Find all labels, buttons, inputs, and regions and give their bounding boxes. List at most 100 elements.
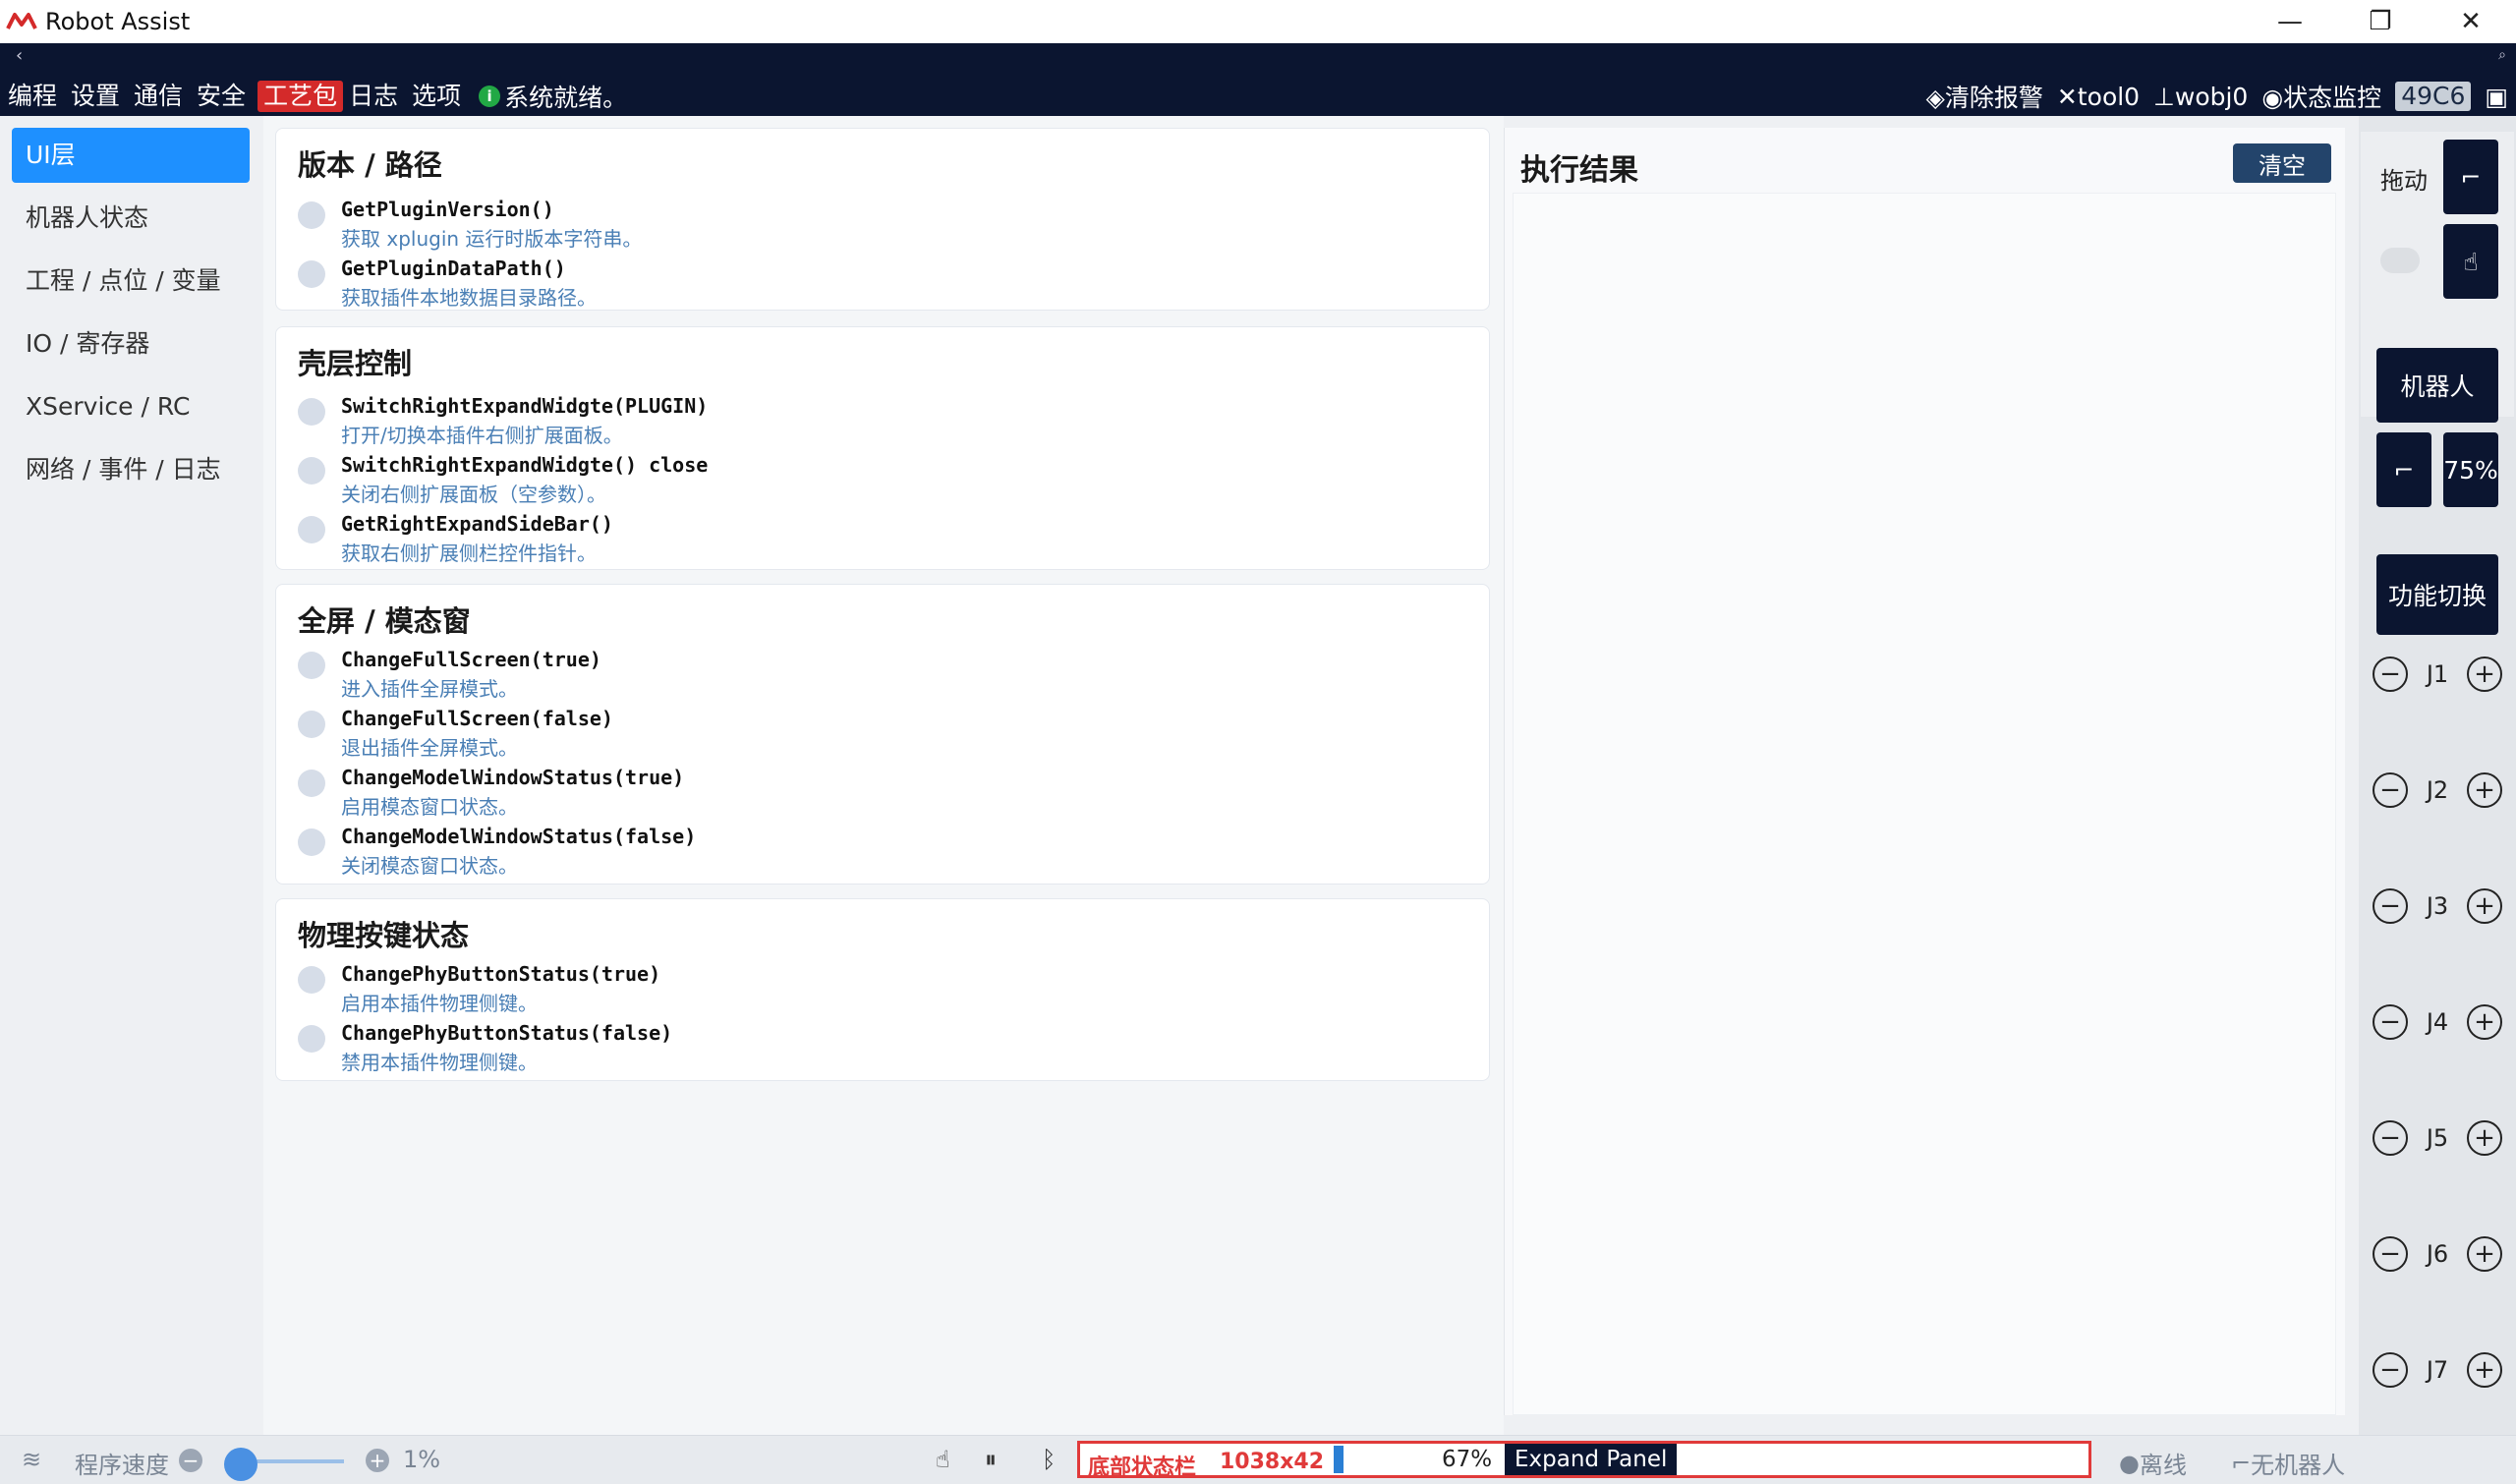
radio-button[interactable] <box>298 398 325 426</box>
pause-icon[interactable]: ⏸ <box>985 1446 997 1473</box>
title-bar: Robot Assist — ❐ ✕ <box>0 0 2516 43</box>
radio-button[interactable] <box>298 652 325 679</box>
tool-label: tool0 <box>2077 82 2141 111</box>
j7-minus-button[interactable]: − <box>2373 1352 2408 1388</box>
j4-plus-button[interactable]: + <box>2466 1004 2502 1040</box>
app-title: Robot Assist <box>45 8 191 35</box>
function-item[interactable]: ChangeModelWindowStatus(true) 启用模态窗口状态。 <box>298 762 1458 821</box>
radio-button[interactable] <box>298 828 325 856</box>
function-description: 关闭模态窗口状态。 <box>341 854 518 878</box>
function-description: 启用模态窗口状态。 <box>341 795 518 819</box>
function-description: 启用本插件物理侧键。 <box>341 992 538 1015</box>
j3-minus-button[interactable]: − <box>2373 888 2408 924</box>
function-item[interactable]: ChangeModelWindowStatus(false) 关闭模态窗口状态。 <box>298 821 1458 880</box>
nav-robot-status[interactable]: 机器人状态 <box>12 191 250 246</box>
wobj-icon: ⊥ <box>2153 82 2175 111</box>
offline-status: ● 离线 <box>2119 1446 2187 1480</box>
function-item[interactable]: GetRightExpandSideBar() 获取右侧扩展侧栏控件指针。 <box>298 508 1458 567</box>
radio-button[interactable] <box>298 516 325 543</box>
bottom-bar-label: 底部状态栏 <box>1088 1455 1197 1480</box>
radio-button[interactable] <box>298 711 325 738</box>
drag-toggle[interactable] <box>2380 248 2420 273</box>
function-item[interactable]: SwitchRightExpandWidgte() close 关闭右侧扩展面板… <box>298 449 1458 508</box>
tool-selector[interactable]: ✕tool0 <box>2057 83 2140 111</box>
function-item[interactable]: SwitchRightExpandWidgte(PLUGIN) 打开/切换本插件… <box>298 390 1458 449</box>
expand-panel-button[interactable]: Expand Panel <box>1505 1444 1678 1475</box>
radio-button[interactable] <box>298 457 325 485</box>
system-status-text: 系统就绪。 <box>504 84 628 112</box>
function-description: 退出插件全屏模式。 <box>341 736 518 760</box>
j4-minus-button[interactable]: − <box>2373 1004 2408 1040</box>
nav-io-registers[interactable]: IO / 寄存器 <box>12 316 250 371</box>
plus-circle-icon: + <box>366 1449 389 1472</box>
joint-label: J4 <box>2426 1008 2449 1036</box>
bottom-status-bar-widget: 底部状态栏 1038x42 67% Expand Panel <box>1077 1441 2091 1480</box>
minimize-button[interactable]: — <box>2245 0 2335 43</box>
j5-plus-button[interactable]: + <box>2466 1120 2502 1156</box>
radio-button[interactable] <box>298 260 325 288</box>
j2-plus-button[interactable]: + <box>2466 772 2502 808</box>
menu-settings[interactable]: 设置 <box>69 81 128 112</box>
speed-percent-button[interactable]: 75% <box>2443 432 2498 507</box>
function-item[interactable]: ChangeFullScreen(false) 退出插件全屏模式。 <box>298 703 1458 762</box>
speed-slider-knob[interactable] <box>224 1448 257 1481</box>
restore-button[interactable]: ❐ <box>2335 0 2426 43</box>
function-description: 获取右侧扩展侧栏控件指针。 <box>341 542 597 565</box>
lock-icon[interactable]: ▣ <box>2485 83 2508 111</box>
speed-increase-button[interactable]: + <box>366 1449 389 1472</box>
hand-guide-button[interactable]: ☝ <box>2443 224 2498 299</box>
radio-button[interactable] <box>298 201 325 229</box>
nav-project-points-vars[interactable]: 工程 / 点位 / 变量 <box>12 254 250 309</box>
menu-programming[interactable]: 编程 <box>6 81 65 112</box>
radio-button[interactable] <box>298 770 325 797</box>
bluetooth-icon[interactable]: ᛒ <box>1042 1446 1056 1473</box>
function-item[interactable]: ChangePhyButtonStatus(false) 禁用本插件物理侧键。 <box>298 1017 1458 1076</box>
menu-communication[interactable]: 通信 <box>132 81 191 112</box>
results-panel: 执行结果 清空 <box>1504 128 2345 1415</box>
j5-minus-button[interactable]: − <box>2373 1120 2408 1156</box>
main-menu: 编程 设置 通信 安全 工艺包 日志 选项 i 系统就绪。 <box>6 79 627 114</box>
function-item[interactable]: ChangeFullScreen(true) 进入插件全屏模式。 <box>298 644 1458 703</box>
speed-percent: 75% <box>2443 455 2498 485</box>
function-item[interactable]: GetPluginVersion() 获取 xplugin 运行时版本字符串。 <box>298 194 1458 253</box>
function-item[interactable]: ChangePhyButtonStatus(true) 启用本插件物理侧键。 <box>298 958 1458 1017</box>
j6-minus-button[interactable]: − <box>2373 1236 2408 1272</box>
robot-mode-button[interactable]: ⌐ <box>2376 432 2431 507</box>
drag-robot-button[interactable]: ⌐ <box>2443 140 2498 214</box>
function-name: SwitchRightExpandWidgte(PLUGIN) <box>341 394 709 418</box>
status-monitor-label: 状态监控 <box>2283 84 2382 112</box>
clear-button[interactable]: 清空 <box>2233 143 2331 183</box>
status-monitor-button[interactable]: ◉状态监控 <box>2261 79 2381 114</box>
hand-pointer-icon[interactable]: ☝ <box>936 1446 950 1473</box>
joint-label: J2 <box>2426 776 2449 804</box>
menu-process-package[interactable]: 工艺包 <box>257 81 344 112</box>
function-switch-button[interactable]: 功能切换 <box>2376 554 2498 635</box>
nav-xservice-rc[interactable]: XService / RC <box>12 379 250 434</box>
menu-safety[interactable]: 安全 <box>195 81 254 112</box>
radio-button[interactable] <box>298 966 325 994</box>
j2-minus-button[interactable]: − <box>2373 772 2408 808</box>
radio-button[interactable] <box>298 1025 325 1053</box>
j1-minus-button[interactable]: − <box>2373 656 2408 692</box>
j6-plus-button[interactable]: + <box>2466 1236 2502 1272</box>
close-button[interactable]: ✕ <box>2426 0 2516 43</box>
search-icon[interactable]: ⌕ <box>2498 47 2506 63</box>
j7-plus-button[interactable]: + <box>2466 1352 2502 1388</box>
menu-options[interactable]: 选项 <box>410 81 469 112</box>
j1-plus-button[interactable]: + <box>2466 656 2502 692</box>
section-card: 全屏 / 模态窗 ChangeFullScreen(true) 进入插件全屏模式… <box>275 584 1490 885</box>
tool-icon: ✕ <box>2056 82 2078 111</box>
wobj-selector[interactable]: ⊥wobj0 <box>2153 83 2248 111</box>
j3-plus-button[interactable]: + <box>2466 888 2502 924</box>
speed-decrease-button[interactable]: − <box>179 1449 202 1472</box>
robot-arm-icon: ⌐ <box>2231 1449 2252 1477</box>
system-status: i 系统就绪。 <box>479 79 627 114</box>
section-title: 版本 / 路径 <box>298 148 442 182</box>
clear-alarm-button[interactable]: ◈清除报警 <box>1926 79 2043 114</box>
menu-log[interactable]: 日志 <box>347 81 406 112</box>
robot-button[interactable]: 机器人 <box>2376 348 2498 423</box>
nav-network-events-logs[interactable]: 网络 / 事件 / 日志 <box>12 442 250 497</box>
function-item[interactable]: GetPluginDataPath() 获取插件本地数据目录路径。 <box>298 253 1458 312</box>
back-icon[interactable]: ‹ <box>16 45 23 66</box>
nav-ui-layer[interactable]: UI层 <box>12 128 250 183</box>
